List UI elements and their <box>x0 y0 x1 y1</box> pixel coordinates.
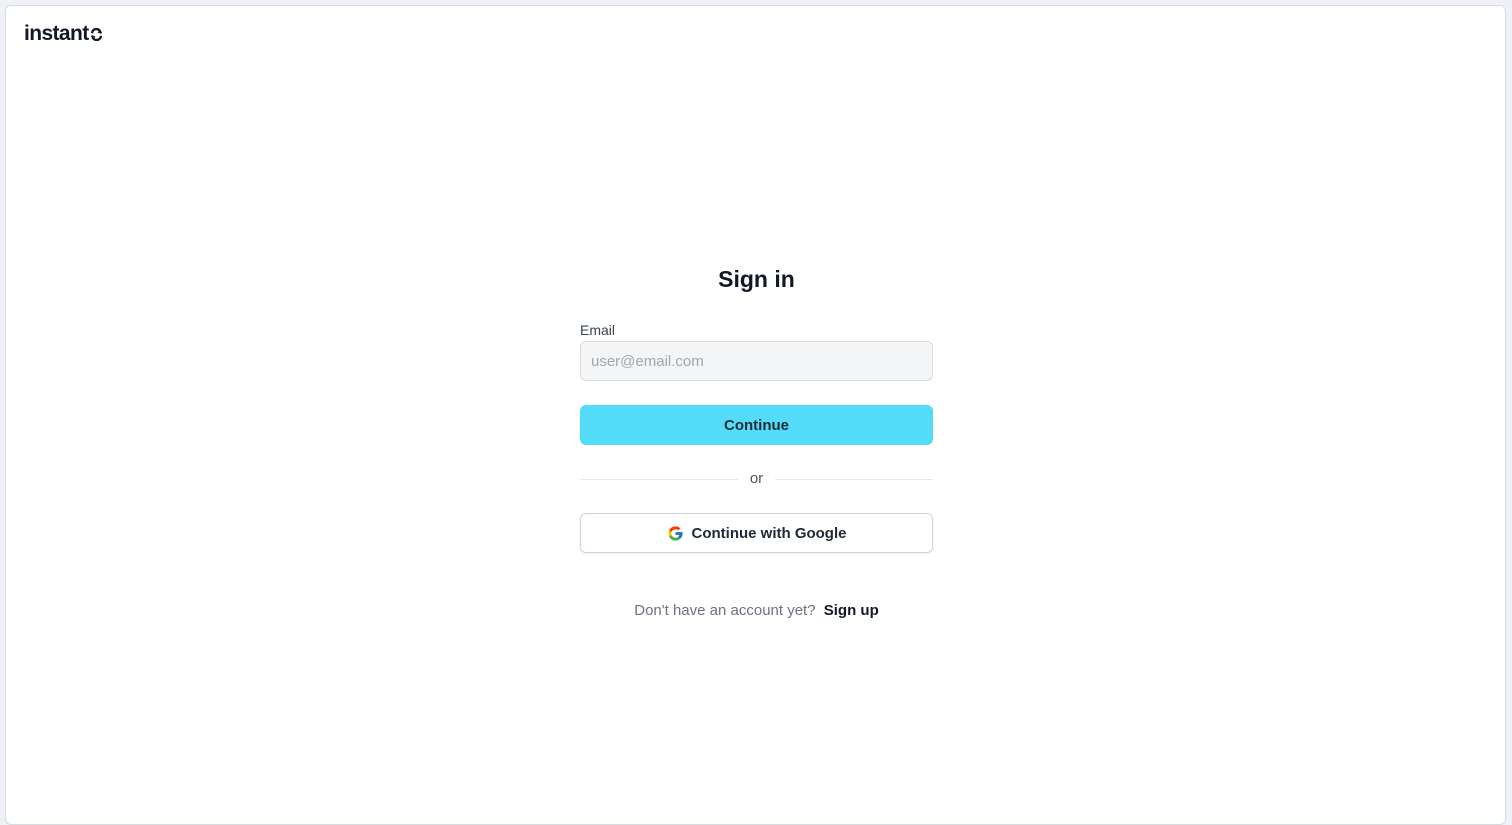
page-title: Sign in <box>718 266 795 292</box>
google-icon <box>667 525 684 542</box>
divider-text: or <box>749 470 764 487</box>
divider-line-left <box>580 478 738 480</box>
logo[interactable]: instant <box>24 22 103 46</box>
email-label: Email <box>580 322 616 338</box>
signup-row: Don't have an account yet? Sign up <box>580 602 933 619</box>
google-button-label: Continue with Google <box>691 524 847 542</box>
email-field[interactable] <box>580 341 933 381</box>
signup-link[interactable]: Sign up <box>824 602 879 619</box>
or-divider: or <box>580 471 933 487</box>
divider-line-right <box>775 478 933 480</box>
signup-prompt: Don't have an account yet? <box>634 602 816 619</box>
continue-button[interactable]: Continue <box>580 405 933 445</box>
instant-mark-icon <box>90 27 103 46</box>
app-window: instant Sign in Email Continue or <box>5 5 1506 825</box>
signin-form: Sign in Email Continue or Continue with … <box>580 266 933 619</box>
continue-with-google-button[interactable]: Continue with Google <box>580 513 933 553</box>
logo-text: instant <box>24 22 89 45</box>
